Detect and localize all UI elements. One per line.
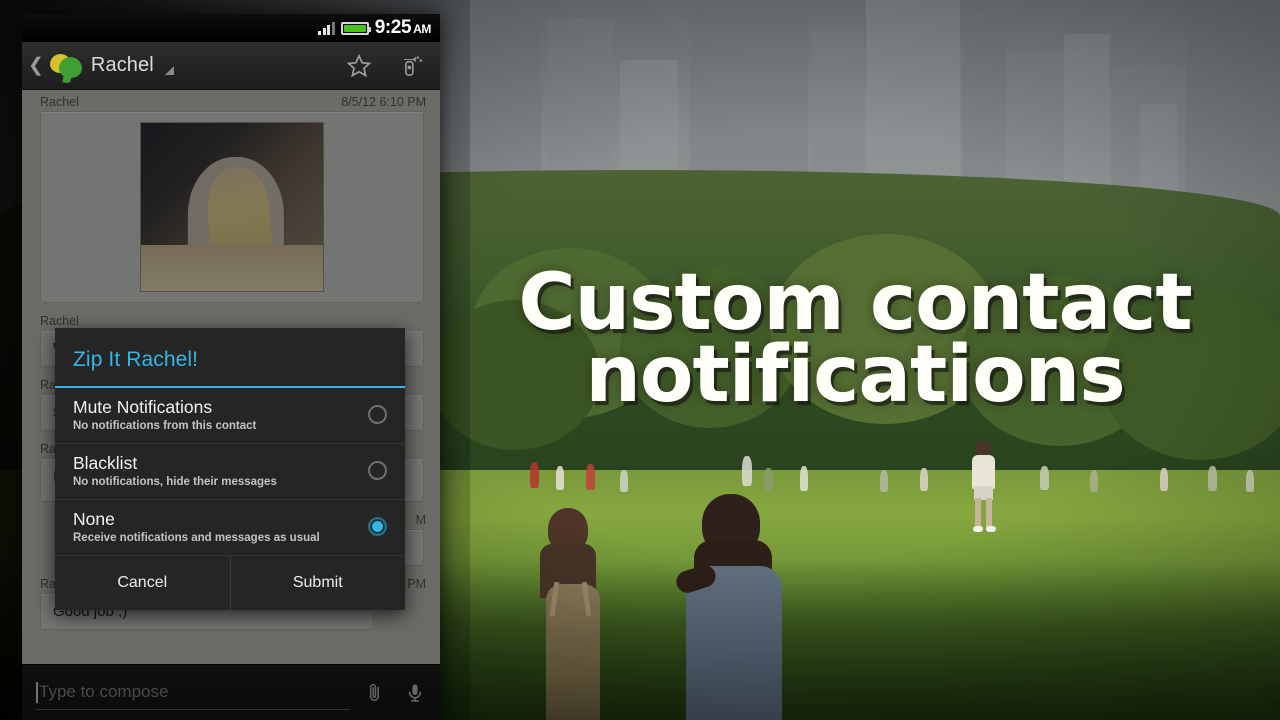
status-clock: 9:25 AM — [374, 17, 432, 38]
submit-button[interactable]: Submit — [229, 555, 406, 610]
radio-button-blacklist[interactable] — [368, 460, 387, 480]
message-thread[interactable]: Rachel 8/5/12 6:10 PM Rachel Wow tu Rach… — [22, 90, 440, 720]
dialog-option-blacklist[interactable]: Blacklist No notifications, hide their m… — [55, 444, 405, 500]
option-label: Mute Notifications — [73, 397, 213, 417]
radio-button-none[interactable] — [368, 516, 387, 536]
option-label: Blacklist — [73, 452, 138, 473]
battery-icon — [340, 21, 371, 35]
dialog-option-mute[interactable]: Mute Notifications No notifications from… — [55, 388, 405, 444]
zip-it-dialog: Zip It Rachel! Mute Notifications No not… — [55, 328, 405, 610]
zip-it-spray-icon[interactable] — [388, 44, 432, 88]
chat-bubbles-logo-icon[interactable] — [49, 53, 84, 79]
option-description: No notifications from this contact — [73, 419, 257, 432]
dialog-button-row: Cancel Submit — [55, 555, 406, 610]
back-chevron-icon[interactable]: ❮ — [28, 56, 44, 75]
signal-bars-icon — [318, 21, 335, 35]
action-bar: ❮ Rachel — [22, 42, 440, 90]
phone-screen: 9:25 AM ❮ Rachel Rachel 8/5/12 6:10 PM R… — [22, 14, 440, 720]
star-outline-icon[interactable] — [337, 44, 381, 88]
option-label: None — [73, 508, 115, 529]
dialog-title: Zip It Rachel! — [73, 348, 199, 371]
dropdown-caret-icon[interactable] — [164, 66, 174, 75]
contact-title[interactable]: Rachel — [91, 54, 154, 77]
radio-button-mute[interactable] — [368, 404, 387, 424]
option-description: Receive notifications and messages as us… — [73, 531, 320, 544]
option-description: No notifications, hide their messages — [73, 475, 277, 488]
status-bar: 9:25 AM — [22, 14, 440, 42]
cancel-button[interactable]: Cancel — [55, 556, 230, 610]
dialog-option-none[interactable]: None Receive notifications and messages … — [55, 500, 405, 556]
